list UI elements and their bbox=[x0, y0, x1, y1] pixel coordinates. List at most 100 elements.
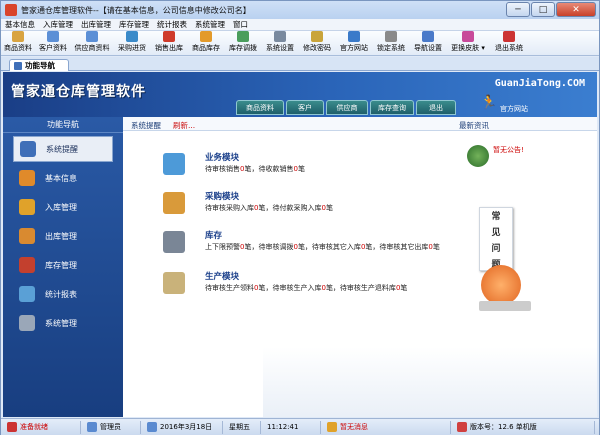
banner-tab-suppliers[interactable]: 供应商 bbox=[326, 100, 368, 115]
toolbar-button[interactable]: 采购进货 bbox=[113, 30, 151, 55]
menu-system[interactable]: 系统管理 bbox=[191, 19, 229, 30]
banner-tab-exit[interactable]: 退出 bbox=[416, 100, 456, 115]
menu-reports[interactable]: 统计报表 bbox=[153, 19, 191, 30]
toolbar-icon bbox=[163, 31, 175, 42]
toolbar-button[interactable]: 退出系统 bbox=[489, 30, 529, 55]
faq-card[interactable]: 常 见 问 题 bbox=[479, 207, 513, 271]
sidebar-item[interactable]: 基本信息 bbox=[13, 165, 113, 191]
toolbar-label: 系统设置 bbox=[266, 44, 294, 52]
module-icon[interactable] bbox=[163, 153, 185, 175]
logo-text: 管家通仓库管理软件 bbox=[11, 84, 146, 100]
status-text: 管理员 bbox=[100, 423, 121, 431]
faq-char: 问 bbox=[491, 243, 501, 254]
toolbar-icon bbox=[274, 31, 286, 42]
menu-inventory[interactable]: 库存管理 bbox=[115, 19, 153, 30]
reminder-label: 系统提醒 bbox=[131, 121, 161, 130]
toolbar-label: 官方网站 bbox=[340, 44, 368, 52]
status-cell: 准备就绪 bbox=[1, 420, 81, 434]
toolbar-button[interactable]: 库存调拨 bbox=[225, 30, 261, 55]
menu-outbound[interactable]: 出库管理 bbox=[77, 19, 115, 30]
toolbar-icon bbox=[126, 31, 138, 42]
sidebar-item-label: 统计报表 bbox=[45, 289, 77, 299]
toolbar-icon bbox=[503, 31, 515, 42]
toolbar-label: 导航设置 bbox=[414, 44, 442, 52]
module-block: 库存 上下限预警0笔，待审核调拨0笔，待审核其它入库0笔，待审核其它出库0笔 bbox=[163, 229, 453, 265]
toolbar-button[interactable]: 更换皮肤 ▾ bbox=[447, 30, 489, 55]
toolbar-button[interactable]: 导航设置 bbox=[409, 30, 447, 55]
refresh-link[interactable]: 刷新... bbox=[173, 120, 195, 131]
toolbar-label: 锁定系统 bbox=[377, 44, 405, 52]
toolbar-button[interactable]: 锁定系统 bbox=[373, 30, 409, 55]
toolbar-icon bbox=[12, 31, 24, 42]
toolbar-button[interactable]: 供应商资料 bbox=[71, 30, 113, 55]
sidebar-icon bbox=[19, 257, 35, 273]
sidebar-item[interactable]: 系统提醒 bbox=[13, 136, 113, 162]
toolbar-label: 客户资料 bbox=[39, 44, 67, 52]
status-icon bbox=[327, 422, 337, 432]
sidebar-item[interactable]: 库存管理 bbox=[13, 252, 113, 278]
close-button[interactable]: ✕ bbox=[556, 2, 596, 17]
app-window: 管家通仓库管理软件--【请在基本信息，公司信息中修改公司名】 ─ □ ✕ 基本信… bbox=[0, 0, 600, 435]
status-icon bbox=[147, 422, 157, 432]
module-title[interactable]: 业务模块 bbox=[205, 151, 239, 163]
module-title[interactable]: 采购模块 bbox=[205, 190, 239, 202]
module-title[interactable]: 生产模块 bbox=[205, 270, 239, 282]
status-text: 暂无消息 bbox=[340, 423, 368, 431]
official-site-link[interactable]: 官方网站 bbox=[500, 104, 528, 114]
tab-function-nav[interactable]: 功能导航 bbox=[9, 59, 69, 71]
status-bar: 准备就绪 管理员 2016年3月18日 星期五 11:12:41 暂无消息 版本号：12.6… bbox=[1, 418, 599, 435]
menu-inbound[interactable]: 入库管理 bbox=[39, 19, 77, 30]
banner-tab-stock-query[interactable]: 库存查询 bbox=[370, 100, 414, 115]
module-icon[interactable] bbox=[163, 192, 185, 214]
status-cell: 版本号：12.6 单机版 bbox=[451, 420, 595, 434]
sidebar: 功能导航 系统提醒基本信息入库管理出库管理库存管理统计报表系统管理 bbox=[3, 117, 123, 417]
faq-char: 见 bbox=[491, 227, 501, 238]
toolbar-button[interactable]: 系统设置 bbox=[261, 30, 299, 55]
sidebar-item[interactable]: 出库管理 bbox=[13, 223, 113, 249]
notice-area: 暂无公告! bbox=[467, 145, 524, 181]
toolbar-icon bbox=[47, 31, 59, 42]
banner-tab-products[interactable]: 商品资料 bbox=[236, 100, 284, 115]
toolbar-label: 销售出库 bbox=[155, 44, 183, 52]
sidebar-item-label: 系统提醒 bbox=[46, 144, 78, 154]
banner-tab-customers[interactable]: 客户 bbox=[286, 100, 324, 115]
toolbar: 商品资料 客户资料 供应商资料 采购进货 销售出库 商品库存 库存调拨 系统设置 修改密码 官方网… bbox=[1, 31, 599, 56]
toolbar-button[interactable]: 官方网站 bbox=[335, 30, 373, 55]
status-text: 星期五 bbox=[229, 423, 250, 431]
desc-text: 笔，待审核其它入库 bbox=[297, 243, 361, 251]
module-description: 待审核销售0笔，待收款销售0笔 bbox=[205, 164, 305, 174]
app-icon bbox=[5, 4, 17, 16]
desc-text: 待审核采购入库 bbox=[205, 204, 254, 212]
toolbar-label: 修改密码 bbox=[303, 44, 331, 52]
toolbar-button[interactable]: 销售出库 bbox=[151, 30, 187, 55]
toolbar-icon bbox=[311, 31, 323, 42]
toolbar-button[interactable]: 商品资料 bbox=[1, 30, 35, 55]
toolbar-label: 更换皮肤 ▾ bbox=[451, 44, 485, 52]
desc-text: 笔，待审核生产入库 bbox=[258, 284, 322, 292]
status-cell: 11:12:41 bbox=[261, 420, 321, 434]
menu-window[interactable]: 窗口 bbox=[229, 19, 252, 30]
module-title[interactable]: 库存 bbox=[205, 229, 222, 241]
status-icon bbox=[87, 422, 97, 432]
status-cell: 2016年3月18日 bbox=[141, 420, 223, 434]
toolbar-icon bbox=[385, 31, 397, 42]
sidebar-title: 功能导航 bbox=[3, 117, 123, 133]
runner-icon[interactable]: 🏃 bbox=[480, 95, 497, 113]
toolbar-button[interactable]: 商品库存 bbox=[187, 30, 225, 55]
toolbar-icon bbox=[86, 31, 98, 42]
desc-text: 笔 bbox=[325, 204, 333, 212]
sidebar-item[interactable]: 系统管理 bbox=[13, 310, 113, 336]
module-icon[interactable] bbox=[163, 231, 185, 253]
sidebar-item[interactable]: 统计报表 bbox=[13, 281, 113, 307]
module-icon[interactable] bbox=[163, 272, 185, 294]
desc-text: 笔，待审核生产退料库 bbox=[325, 284, 396, 292]
sidebar-item-label: 出库管理 bbox=[45, 231, 77, 241]
maximize-button[interactable]: □ bbox=[531, 2, 555, 17]
minimize-button[interactable]: ─ bbox=[506, 2, 530, 17]
menu-basic-info[interactable]: 基本信息 bbox=[1, 19, 39, 30]
toolbar-button[interactable]: 修改密码 bbox=[299, 30, 335, 55]
sidebar-item[interactable]: 入库管理 bbox=[13, 194, 113, 220]
status-cell: 管理员 bbox=[81, 420, 141, 434]
notice-link[interactable]: 暂无公告! bbox=[493, 145, 524, 155]
toolbar-button[interactable]: 客户资料 bbox=[35, 30, 71, 55]
